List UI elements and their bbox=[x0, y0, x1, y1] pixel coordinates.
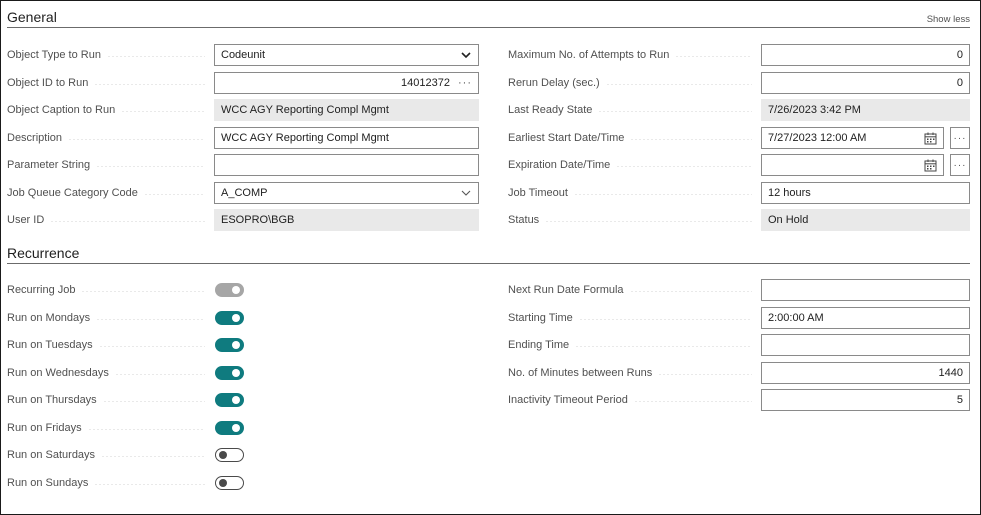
inactivity-timeout-label: Inactivity Timeout Period bbox=[508, 389, 760, 411]
ending-time-row: Ending Time bbox=[508, 334, 970, 356]
general-section-title[interactable]: General bbox=[7, 9, 57, 25]
run-on-thursdays-label: Run on Thursdays bbox=[7, 389, 213, 411]
user-id-label: User ID bbox=[7, 209, 213, 231]
run-on-fridays-label: Run on Fridays bbox=[7, 417, 213, 439]
run-on-wednesdays-label: Run on Wednesdays bbox=[7, 362, 213, 384]
category-code-value: A_COMP bbox=[221, 187, 268, 199]
toggle-row: Run on Mondays bbox=[7, 307, 247, 329]
status-field: On Hold bbox=[761, 209, 970, 231]
starting-time-row: Starting Time 2:00:00 AM bbox=[508, 307, 970, 329]
calendar-icon[interactable] bbox=[924, 159, 937, 172]
object-type-value: Codeunit bbox=[221, 49, 266, 61]
object-id-input[interactable]: 14012372 ··· bbox=[214, 72, 479, 94]
earliest-start-input[interactable]: 7/27/2023 12:00 AM bbox=[761, 127, 944, 149]
job-queue-card: General Show less Object Type to Run Cod… bbox=[0, 0, 981, 515]
last-ready-state-row: Last Ready State 7/26/2023 3:42 PM bbox=[508, 99, 970, 121]
toggle-row: Run on Thursdays bbox=[7, 389, 247, 411]
description-label: Description bbox=[7, 127, 213, 149]
starting-time-input[interactable]: 2:00:00 AM bbox=[761, 307, 970, 329]
recurring-job-label: Recurring Job bbox=[7, 279, 213, 301]
object-id-row: Object ID to Run 14012372 ··· bbox=[7, 72, 479, 94]
run-on-tuesdays-toggle[interactable] bbox=[215, 338, 244, 352]
user-id-row: User ID ESOPRO\BGB bbox=[7, 209, 479, 231]
chevron-down-icon[interactable] bbox=[460, 187, 472, 199]
inactivity-timeout-row: Inactivity Timeout Period 5 bbox=[508, 389, 970, 411]
expiration-row: Expiration Date/Time ··· bbox=[508, 154, 970, 176]
category-code-input[interactable]: A_COMP bbox=[214, 182, 479, 204]
job-timeout-label: Job Timeout bbox=[508, 182, 760, 204]
run-on-sundays-toggle[interactable] bbox=[215, 476, 244, 490]
max-attempts-row: Maximum No. of Attempts to Run 0 bbox=[508, 44, 970, 66]
object-type-row: Object Type to Run Codeunit bbox=[7, 44, 479, 66]
starting-time-label: Starting Time bbox=[508, 307, 760, 329]
user-id-field: ESOPRO\BGB bbox=[214, 209, 479, 231]
next-run-formula-label: Next Run Date Formula bbox=[508, 279, 760, 301]
ellipsis-icon[interactable]: ··· bbox=[458, 77, 472, 89]
run-on-thursdays-toggle[interactable] bbox=[215, 393, 244, 407]
run-on-saturdays-label: Run on Saturdays bbox=[7, 444, 213, 466]
show-less-link[interactable]: Show less bbox=[927, 14, 970, 25]
object-caption-row: Object Caption to Run WCC AGY Reporting … bbox=[7, 99, 479, 121]
parameter-string-row: Parameter String bbox=[7, 154, 479, 176]
run-on-wednesdays-toggle[interactable] bbox=[215, 366, 244, 380]
object-id-value: 14012372 bbox=[401, 77, 450, 89]
recurring-job-toggle[interactable] bbox=[215, 283, 244, 297]
toggle-row: Run on Fridays bbox=[7, 417, 247, 439]
category-code-row: Job Queue Category Code A_COMP bbox=[7, 182, 479, 204]
run-on-sundays-label: Run on Sundays bbox=[7, 472, 213, 494]
parameter-string-input[interactable] bbox=[214, 154, 479, 176]
last-ready-state-label: Last Ready State bbox=[508, 99, 760, 121]
run-on-saturdays-toggle[interactable] bbox=[215, 448, 244, 462]
job-timeout-input[interactable]: 12 hours bbox=[761, 182, 970, 204]
expiration-input[interactable] bbox=[761, 154, 944, 176]
object-caption-field: WCC AGY Reporting Compl Mgmt bbox=[214, 99, 479, 121]
status-row: Status On Hold bbox=[508, 209, 970, 231]
minutes-between-runs-label: No. of Minutes between Runs bbox=[508, 362, 760, 384]
chevron-down-icon bbox=[461, 52, 471, 59]
run-on-mondays-toggle[interactable] bbox=[215, 311, 244, 325]
run-on-tuesdays-label: Run on Tuesdays bbox=[7, 334, 213, 356]
minutes-between-runs-input[interactable]: 1440 bbox=[761, 362, 970, 384]
rerun-delay-label: Rerun Delay (sec.) bbox=[508, 72, 760, 94]
run-on-fridays-toggle[interactable] bbox=[215, 421, 244, 435]
toggle-row: Run on Sundays bbox=[7, 472, 247, 494]
max-attempts-label: Maximum No. of Attempts to Run bbox=[508, 44, 760, 66]
last-ready-state-field: 7/26/2023 3:42 PM bbox=[761, 99, 970, 121]
object-type-label: Object Type to Run bbox=[7, 44, 213, 66]
status-label: Status bbox=[508, 209, 760, 231]
earliest-start-label: Earliest Start Date/Time bbox=[508, 127, 760, 149]
ellipsis-icon[interactable]: ··· bbox=[950, 154, 970, 176]
recurrence-section-header: Recurrence bbox=[7, 245, 970, 264]
toggle-row: Run on Tuesdays bbox=[7, 334, 247, 356]
rerun-delay-row: Rerun Delay (sec.) 0 bbox=[508, 72, 970, 94]
object-id-label: Object ID to Run bbox=[7, 72, 213, 94]
recurrence-section-title[interactable]: Recurrence bbox=[7, 245, 79, 261]
general-section-header: General Show less bbox=[7, 9, 970, 28]
description-input[interactable]: WCC AGY Reporting Compl Mgmt bbox=[214, 127, 479, 149]
parameter-string-label: Parameter String bbox=[7, 154, 213, 176]
calendar-icon[interactable] bbox=[924, 132, 937, 145]
category-code-label: Job Queue Category Code bbox=[7, 182, 213, 204]
job-timeout-row: Job Timeout 12 hours bbox=[508, 182, 970, 204]
object-caption-label: Object Caption to Run bbox=[7, 99, 213, 121]
run-on-mondays-label: Run on Mondays bbox=[7, 307, 213, 329]
object-type-select[interactable]: Codeunit bbox=[214, 44, 479, 66]
toggle-row: Run on Saturdays bbox=[7, 444, 247, 466]
description-row: Description WCC AGY Reporting Compl Mgmt bbox=[7, 127, 479, 149]
ellipsis-icon[interactable]: ··· bbox=[950, 127, 970, 149]
ending-time-label: Ending Time bbox=[508, 334, 760, 356]
next-run-formula-row: Next Run Date Formula bbox=[508, 279, 970, 301]
toggle-row: Run on Wednesdays bbox=[7, 362, 247, 384]
max-attempts-input[interactable]: 0 bbox=[761, 44, 970, 66]
minutes-between-runs-row: No. of Minutes between Runs 1440 bbox=[508, 362, 970, 384]
expiration-label: Expiration Date/Time bbox=[508, 154, 760, 176]
next-run-formula-input[interactable] bbox=[761, 279, 970, 301]
ending-time-input[interactable] bbox=[761, 334, 970, 356]
inactivity-timeout-input[interactable]: 5 bbox=[761, 389, 970, 411]
earliest-start-value: 7/27/2023 12:00 AM bbox=[768, 132, 867, 144]
rerun-delay-input[interactable]: 0 bbox=[761, 72, 970, 94]
earliest-start-row: Earliest Start Date/Time 7/27/2023 12:00… bbox=[508, 127, 970, 149]
toggle-row: Recurring Job bbox=[7, 279, 247, 301]
